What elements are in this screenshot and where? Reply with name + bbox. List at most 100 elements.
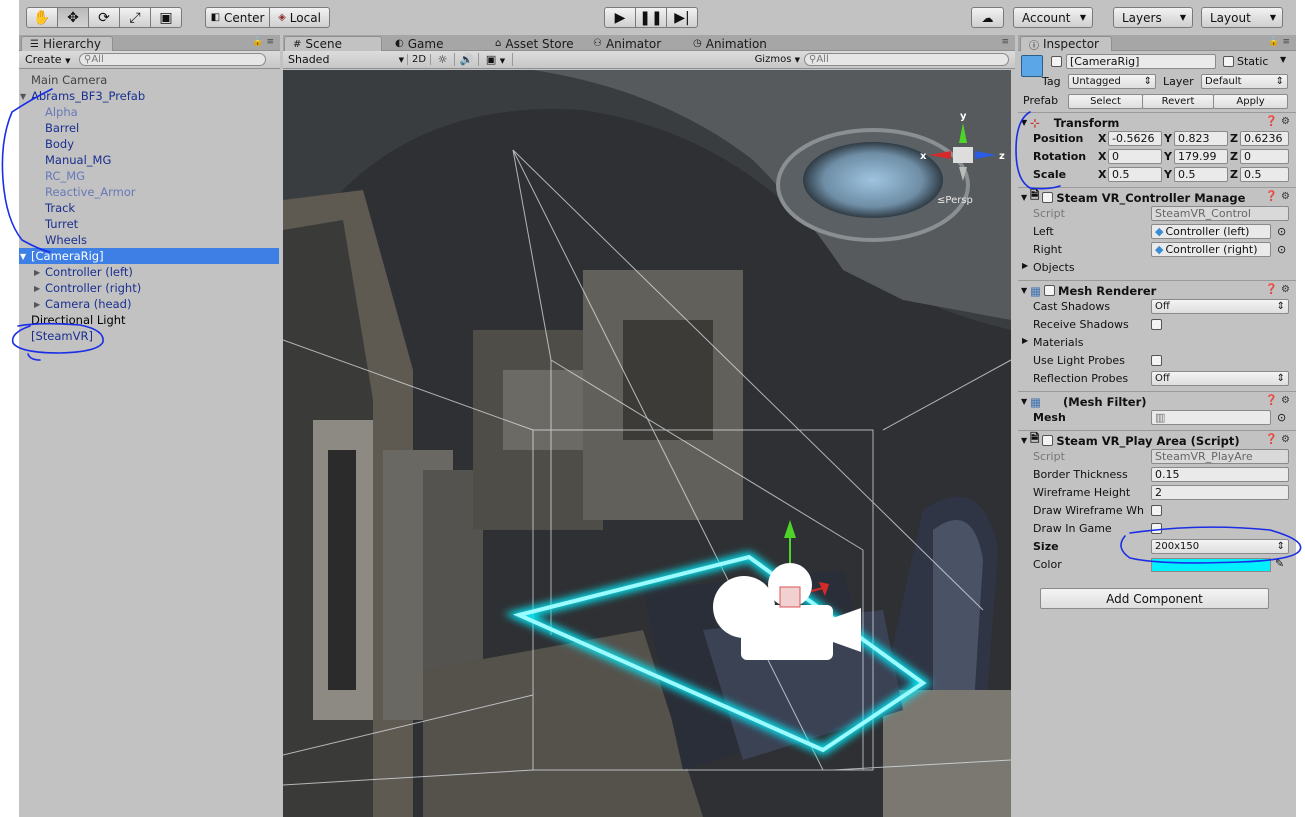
- cloud-button[interactable]: ☁: [971, 7, 1004, 28]
- controller-manager-header[interactable]: ▼ 🗎 Steam VR_Controller Manage ❓ ⚙: [1018, 187, 1296, 207]
- size-dropdown[interactable]: 200x150 ⇕: [1151, 539, 1289, 554]
- mode-2d-button[interactable]: 2D: [407, 54, 431, 65]
- color-swatch[interactable]: [1151, 558, 1271, 572]
- transform-rotation-z-field[interactable]: 0: [1240, 149, 1289, 164]
- effects-dropdown[interactable]: ▣ ▼: [479, 53, 513, 66]
- layer-dropdown[interactable]: Default ⇕: [1201, 74, 1288, 89]
- layout-dropdown[interactable]: Layout ▼: [1201, 7, 1283, 28]
- help-settings-icon[interactable]: ❓ ⚙: [1265, 116, 1290, 127]
- active-checkbox[interactable]: [1051, 56, 1062, 67]
- shading-dropdown[interactable]: Shaded ▼: [285, 52, 407, 67]
- receive-shadows-checkbox[interactable]: [1151, 319, 1162, 330]
- prefab-apply-button[interactable]: Apply: [1213, 94, 1288, 109]
- audio-toggle[interactable]: 🔊: [455, 53, 479, 66]
- reflection-probes-dropdown[interactable]: Off ⇕: [1151, 371, 1289, 386]
- tab-hierarchy[interactable]: ☰ Hierarchy: [21, 36, 113, 51]
- tab-asset-store[interactable]: ⌂ Asset Store: [487, 36, 582, 51]
- move-tool-icon[interactable]: ✥: [57, 7, 89, 28]
- mesh-renderer-header[interactable]: ▼ ▦ Mesh Renderer ❓ ⚙: [1018, 280, 1296, 300]
- scene-viewport[interactable]: y x z ≤Persp: [283, 70, 1011, 817]
- transform-scale-y-field[interactable]: 0.5: [1174, 167, 1228, 182]
- help-settings-icon[interactable]: ❓ ⚙: [1265, 395, 1290, 406]
- create-dropdown[interactable]: Create ▼: [25, 53, 75, 66]
- play-button[interactable]: ▶: [604, 7, 636, 28]
- transform-rotation-x-field[interactable]: 0: [1108, 149, 1162, 164]
- expand-arrow-icon[interactable]: ▶: [1022, 261, 1028, 270]
- collapse-arrow-icon[interactable]: ▶: [34, 300, 40, 309]
- tab-scene[interactable]: # Scene: [284, 36, 382, 51]
- tab-animator[interactable]: ⚇ Animator: [585, 36, 669, 51]
- transform-scale-z-field[interactable]: 0.5: [1240, 167, 1289, 182]
- tag-dropdown[interactable]: Untagged ⇕: [1068, 74, 1156, 89]
- rotate-tool-icon[interactable]: ⟳: [88, 7, 120, 28]
- prefab-select-button[interactable]: Select: [1068, 94, 1143, 109]
- play-area-header[interactable]: ▼ 🗎 Steam VR_Play Area (Script) ❓ ⚙: [1018, 430, 1296, 450]
- local-icon: ◈: [278, 12, 286, 23]
- light-probes-checkbox[interactable]: [1151, 355, 1162, 366]
- hand-tool-icon[interactable]: ✋: [26, 7, 58, 28]
- right-controller-field[interactable]: ◆ Controller (right): [1151, 242, 1271, 257]
- help-settings-icon[interactable]: ❓ ⚙: [1265, 191, 1290, 202]
- pause-button[interactable]: ❚❚: [635, 7, 667, 28]
- transform-position-x-field[interactable]: -0.5626: [1108, 131, 1162, 146]
- objects-label[interactable]: Objects: [1033, 261, 1075, 274]
- hierarchy-item[interactable]: ▼ [CameraRig]: [19, 248, 279, 264]
- mesh-field[interactable]: ▥: [1151, 410, 1271, 425]
- hierarchy-search-input[interactable]: ⚲ All: [79, 53, 266, 66]
- enabled-checkbox[interactable]: [1044, 285, 1056, 296]
- collapse-arrow-icon[interactable]: ▶: [34, 284, 40, 293]
- transform-position-y-field[interactable]: 0.823: [1174, 131, 1228, 146]
- transform-rotation-y-field[interactable]: 179.99: [1174, 149, 1228, 164]
- scene-search-input[interactable]: ⚲ All: [804, 53, 1009, 66]
- static-checkbox[interactable]: [1223, 56, 1234, 67]
- transform-scale-x-field[interactable]: 0.5: [1108, 167, 1162, 182]
- tab-animator-label: Animator: [605, 36, 662, 51]
- panel-menu-icon[interactable]: ≡: [1001, 37, 1009, 47]
- draw-in-game-checkbox[interactable]: [1151, 523, 1162, 534]
- mesh-filter-header[interactable]: ▼ ▦ (Mesh Filter) ❓ ⚙: [1018, 391, 1296, 411]
- tab-inspector[interactable]: ⓘ Inspector: [1020, 36, 1112, 52]
- object-picker-icon[interactable]: ⊙: [1277, 411, 1286, 424]
- enabled-checkbox[interactable]: [1042, 435, 1054, 446]
- rect-tool-icon[interactable]: ▣: [150, 7, 182, 28]
- transform-header[interactable]: ▼ ⊹ Transform ❓ ⚙: [1018, 112, 1296, 132]
- enabled-checkbox[interactable]: [1042, 192, 1054, 203]
- materials-label[interactable]: Materials: [1033, 336, 1083, 349]
- transform-title: Transform: [1053, 115, 1120, 130]
- help-settings-icon[interactable]: ❓ ⚙: [1265, 284, 1290, 295]
- collapse-arrow-icon[interactable]: ▶: [34, 268, 40, 277]
- collapse-arrow-icon: ▼: [1021, 436, 1028, 445]
- left-controller-field[interactable]: ◆ Controller (left): [1151, 224, 1271, 239]
- expand-arrow-icon[interactable]: ▼: [20, 92, 26, 101]
- account-dropdown[interactable]: Account ▼: [1013, 7, 1093, 28]
- expand-arrow-icon[interactable]: ▼: [20, 252, 26, 261]
- search-icon: ⚲: [809, 54, 817, 65]
- wireframe-height-field[interactable]: 2: [1151, 485, 1289, 500]
- transform-position-z-field[interactable]: 0.6236: [1240, 131, 1289, 146]
- object-picker-icon[interactable]: ⊙: [1277, 243, 1286, 256]
- lighting-toggle[interactable]: ☼: [431, 53, 455, 66]
- scale-tool-icon[interactable]: ⤢: [119, 7, 151, 28]
- pivot-local-button[interactable]: ◈ Local: [269, 7, 330, 28]
- axis-label: X: [1098, 168, 1107, 181]
- hierarchy-item-label: Turret: [45, 217, 79, 231]
- object-picker-icon[interactable]: ⊙: [1277, 225, 1286, 238]
- layers-dropdown[interactable]: Layers ▼: [1113, 7, 1193, 28]
- object-name-field[interactable]: [CameraRig]: [1066, 54, 1216, 69]
- tab-animation[interactable]: ◷ Animation: [685, 36, 775, 51]
- panel-menu-icon[interactable]: 🔒 ≡: [252, 37, 274, 47]
- border-thickness-field[interactable]: 0.15: [1151, 467, 1289, 482]
- eyedropper-icon[interactable]: ✎: [1275, 557, 1284, 570]
- pivot-center-button[interactable]: ◧ Center: [205, 7, 270, 28]
- help-settings-icon[interactable]: ❓ ⚙: [1265, 434, 1290, 445]
- draw-wireframe-checkbox[interactable]: [1151, 505, 1162, 516]
- panel-menu-icon[interactable]: 🔒 ≡: [1268, 37, 1290, 47]
- expand-arrow-icon[interactable]: ▶: [1022, 336, 1028, 345]
- prefab-revert-button[interactable]: Revert: [1142, 94, 1214, 109]
- step-button[interactable]: ▶|: [666, 7, 698, 28]
- gizmos-dropdown[interactable]: Gizmos ▼: [755, 54, 800, 65]
- tab-game[interactable]: ◐ Game: [387, 36, 451, 51]
- chevron-down-icon[interactable]: ▼: [1280, 55, 1286, 64]
- cast-shadows-dropdown[interactable]: Off ⇕: [1151, 299, 1289, 314]
- add-component-button[interactable]: Add Component: [1040, 588, 1269, 609]
